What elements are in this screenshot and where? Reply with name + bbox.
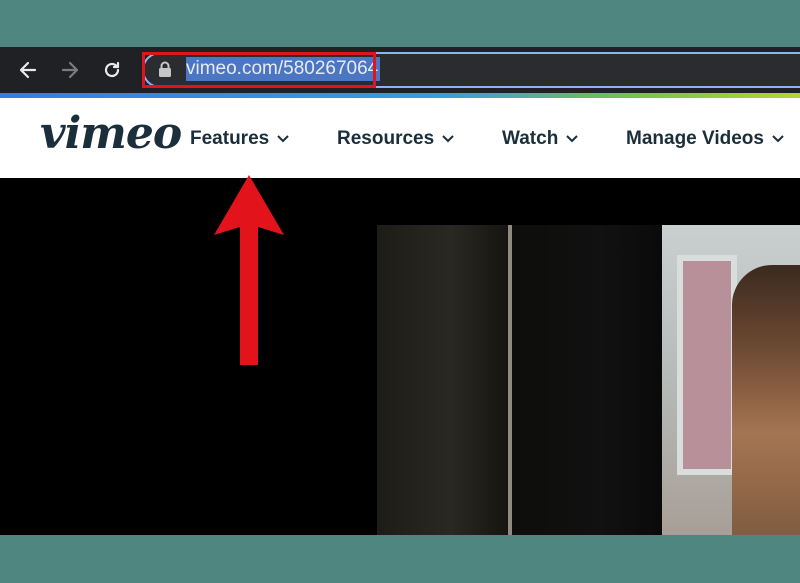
arrow-up-icon: [214, 175, 284, 365]
video-player[interactable]: [377, 225, 800, 535]
nav-watch[interactable]: Watch: [502, 124, 579, 154]
nav-features-label: Features: [190, 128, 270, 149]
video-frame-window: [677, 255, 737, 475]
vimeo-header: vimeo Features Resources Watch Manage Vi…: [0, 98, 800, 178]
chevron-down-icon: [772, 135, 784, 143]
nav-manage-videos[interactable]: Manage Videos: [626, 124, 784, 154]
nav-watch-label: Watch: [502, 128, 559, 149]
reload-button[interactable]: [97, 55, 127, 85]
browser-toolbar: vimeo.com/580267064: [0, 47, 800, 93]
reload-icon: [104, 61, 120, 78]
url-highlight-box: [142, 52, 376, 88]
nav-features[interactable]: Features: [190, 124, 289, 154]
chevron-down-icon: [442, 135, 454, 143]
forward-button[interactable]: [55, 55, 85, 85]
video-frame-person: [732, 265, 800, 535]
nav-resources[interactable]: Resources: [337, 124, 454, 154]
chevron-down-icon: [277, 135, 289, 143]
back-button[interactable]: [13, 55, 43, 85]
nav-manage-videos-label: Manage Videos: [626, 128, 764, 149]
nav-resources-label: Resources: [337, 128, 435, 149]
arrow-right-icon: [61, 61, 79, 79]
video-frame-doorway: [512, 225, 662, 535]
arrow-left-icon: [19, 61, 37, 79]
video-frame-wall: [377, 225, 512, 535]
vimeo-logo[interactable]: vimeo: [40, 108, 182, 159]
screenshot-frame: vimeo.com/580267064 vimeo Features Resou…: [0, 47, 800, 535]
chevron-down-icon: [566, 135, 579, 143]
